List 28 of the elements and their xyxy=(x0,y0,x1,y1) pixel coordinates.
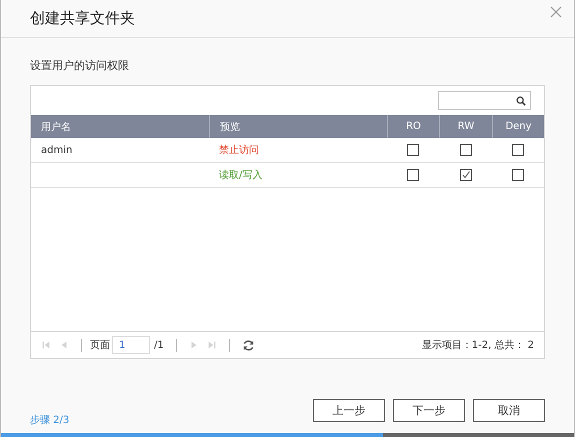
section-label: 设置用户的访问权限 xyxy=(30,58,130,73)
checkbox[interactable] xyxy=(512,144,524,156)
close-icon[interactable] xyxy=(550,6,562,18)
access-preview: 禁止访问 xyxy=(219,144,259,157)
search-icon[interactable] xyxy=(516,96,526,106)
page-label: 页面 xyxy=(90,339,110,352)
column-header: 预览 xyxy=(209,115,387,138)
dialog-button[interactable]: 上一步 xyxy=(313,398,385,422)
checkbox[interactable] xyxy=(460,144,472,156)
step-indicator: 步骤 2/3 xyxy=(30,414,70,427)
checkbox[interactable] xyxy=(407,144,419,156)
item-count: 显示项目：1-2, 总共： 2 xyxy=(422,338,534,352)
checkbox[interactable] xyxy=(512,169,524,181)
access-preview: 读取/写入 xyxy=(219,168,262,182)
username-cell: admin xyxy=(41,144,72,156)
dialog-button[interactable]: 下一步 xyxy=(393,398,465,422)
column-header: Deny xyxy=(492,115,544,138)
checkbox[interactable] xyxy=(460,169,472,181)
search-field[interactable] xyxy=(438,91,531,110)
checkbox[interactable] xyxy=(407,169,419,181)
column-header: 用户名 xyxy=(40,120,72,134)
page-field[interactable]: 1 xyxy=(112,336,150,354)
refresh-icon[interactable] xyxy=(242,338,255,352)
dialog-button[interactable]: 取消 xyxy=(473,398,545,422)
column-header: RO xyxy=(387,115,439,138)
page-total: /1 xyxy=(154,340,164,350)
column-header: RW xyxy=(439,115,492,138)
window-title: 创建共享文件夹 xyxy=(30,9,135,28)
